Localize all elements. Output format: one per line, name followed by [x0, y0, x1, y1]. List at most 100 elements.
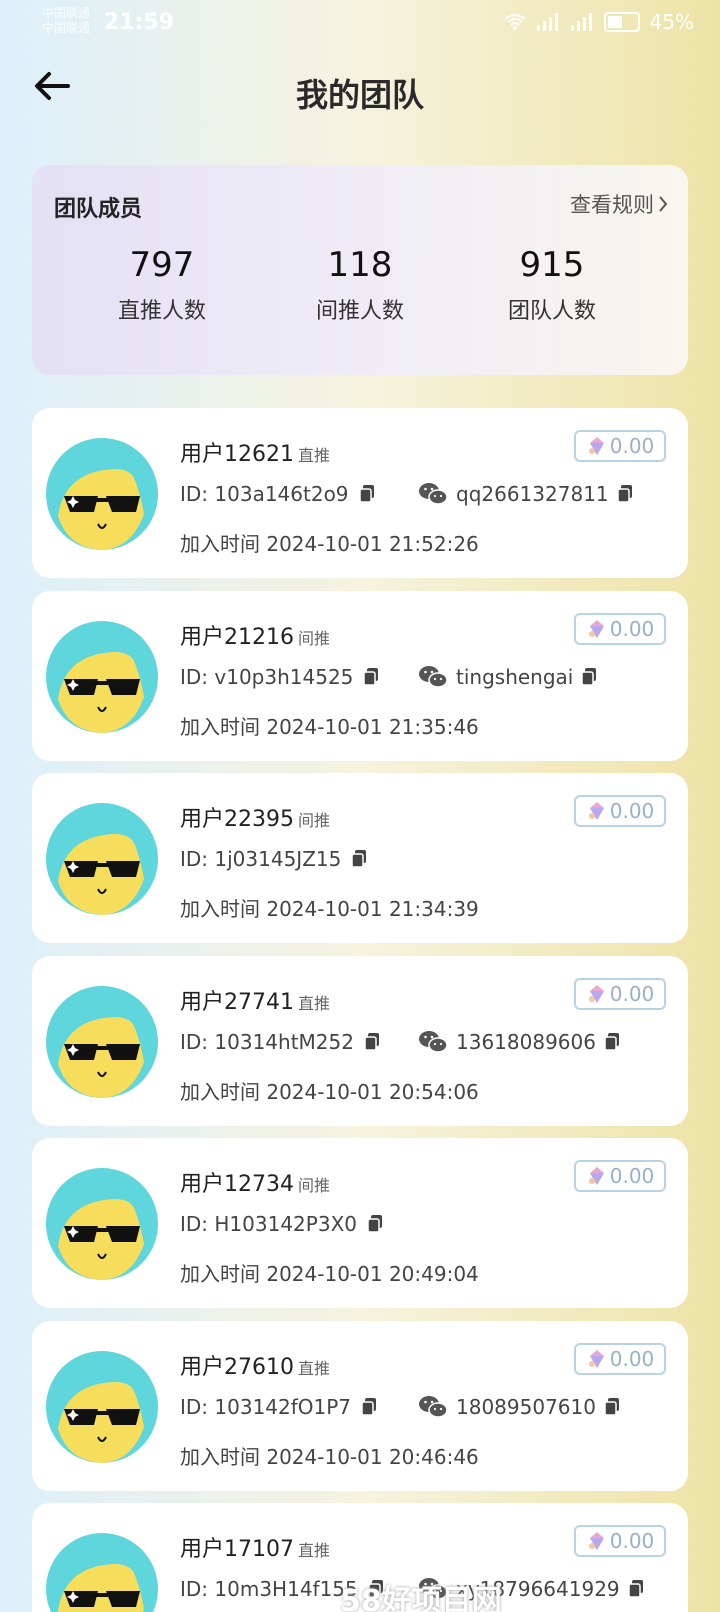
member-name: 用户21216: [180, 625, 294, 650]
member-wechat-row: tingshengai: [418, 665, 597, 689]
wechat-icon: [419, 1396, 448, 1418]
stat-label: 间推人数: [315, 299, 404, 324]
member-id-row: ID: 103142fO1P7: [180, 1395, 377, 1419]
stat-team: 915 团队人数: [452, 245, 652, 325]
status-icons: 45%: [503, 10, 694, 34]
member-id: ID: 10314htM252: [180, 1030, 354, 1054]
avatar: [46, 986, 158, 1098]
member-type: 直推: [298, 446, 331, 465]
member-id-row: ID: 1j03145JZ15: [180, 847, 367, 871]
copy-icon[interactable]: [358, 485, 375, 503]
member-id: ID: 10m3H14f155: [180, 1577, 358, 1601]
battery-icon: [603, 12, 640, 32]
member-id: ID: v10p3h14525: [180, 665, 354, 689]
wechat-icon: [419, 483, 448, 505]
view-rules-link[interactable]: 查看规则: [570, 189, 668, 219]
stat-label: 直推人数: [117, 299, 206, 324]
member-type: 间推: [298, 629, 331, 648]
member-card[interactable]: 用户21216 间推 0.00 ID: v10p3h14525 tingshen…: [32, 591, 688, 761]
member-wechat-row: 13618089606: [418, 1030, 620, 1054]
copy-icon[interactable]: [604, 1033, 620, 1051]
copy-icon[interactable]: [367, 1215, 383, 1233]
member-id: ID: 103142fO1P7: [180, 1395, 352, 1419]
gem-icon: [588, 1532, 604, 1550]
member-card[interactable]: 用户22395 间推 0.00 ID: 1j03145JZ15 加入时间 202…: [32, 773, 688, 943]
stat-value: 118: [327, 245, 393, 285]
balance-badge: 0.00: [574, 430, 666, 462]
member-id: ID: H103142P3X0: [180, 1212, 357, 1236]
gem-icon: [588, 1350, 604, 1368]
member-name: 用户27610: [180, 1355, 294, 1380]
member-id-row: ID: 10314htM252: [180, 1030, 380, 1054]
gem-icon: [588, 620, 604, 638]
member-id-row: ID: 103a146t2o9: [180, 482, 375, 506]
member-name: 用户17107: [180, 1537, 294, 1562]
member-id: ID: 103a146t2o9: [180, 482, 349, 506]
balance-badge: 0.00: [574, 1343, 666, 1375]
copy-icon[interactable]: [581, 668, 597, 686]
carrier-line-2: 中国联通: [42, 21, 91, 35]
stat-label: 团队人数: [507, 299, 596, 324]
member-name-row: 用户27610 直推: [180, 1349, 330, 1381]
summary-title: 团队成员: [54, 197, 143, 222]
watermark: 58好项目网www.58hxm.com: [340, 1584, 502, 1612]
balance-badge: 0.00: [574, 613, 666, 645]
member-name-row: 用户22395 间推: [180, 801, 330, 833]
member-join-time: 加入时间 2024-10-01 20:54:06: [180, 1080, 479, 1104]
member-name: 用户22395: [180, 807, 294, 832]
stat-value: 915: [519, 245, 585, 285]
copy-icon[interactable]: [363, 668, 379, 686]
team-summary-card: 团队成员 查看规则 797 直推人数 118 间推人数 915 团队人数: [32, 165, 688, 375]
page-title: 我的团队: [295, 76, 424, 114]
member-name-row: 用户12621 直推: [180, 436, 330, 468]
member-card[interactable]: 用户27610 直推 0.00 ID: 103142fO1P7 18089507…: [32, 1321, 688, 1491]
copy-icon[interactable]: [604, 1398, 620, 1416]
gem-icon: [588, 985, 604, 1003]
member-join-time: 加入时间 2024-10-01 20:49:04: [180, 1262, 479, 1286]
stat-indirect: 118 间推人数: [260, 245, 460, 325]
member-join-time: 加入时间 2024-10-01 20:46:46: [180, 1445, 479, 1469]
member-wechat-row: qq2661327811: [418, 482, 633, 506]
avatar: [46, 803, 158, 915]
member-name-row: 用户12734 间推: [180, 1166, 330, 1198]
status-bar: 中国联通 中国联通 21:59 45%: [0, 0, 720, 44]
balance-badge: 0.00: [574, 1160, 666, 1192]
member-join-time: 加入时间 2024-10-01 21:52:26: [180, 532, 479, 556]
balance-value: 0.00: [609, 799, 655, 823]
copy-icon[interactable]: [361, 1398, 377, 1416]
avatar: [46, 438, 158, 550]
member-name: 用户12621: [180, 442, 294, 467]
member-name-row: 用户17107 直推: [180, 1531, 330, 1563]
member-name: 用户12734: [180, 1172, 294, 1197]
avatar: [46, 1351, 158, 1463]
copy-icon[interactable]: [364, 1033, 380, 1051]
member-type: 直推: [298, 1541, 331, 1560]
balance-value: 0.00: [609, 434, 655, 458]
member-id: ID: 1j03145JZ15: [180, 847, 342, 871]
copy-icon[interactable]: [351, 850, 367, 868]
stat-value: 797: [129, 245, 195, 285]
member-name: 用户27741: [180, 990, 294, 1015]
carrier-line-1: 中国联通: [42, 6, 91, 20]
member-wechat: 13618089606: [456, 1030, 596, 1054]
gem-icon: [588, 802, 604, 820]
member-card[interactable]: 用户12734 间推 0.00 ID: H103142P3X0 加入时间 202…: [32, 1138, 688, 1308]
member-type: 直推: [298, 1359, 331, 1378]
member-card[interactable]: 用户27741 直推 0.00 ID: 10314htM252 13618089…: [32, 956, 688, 1126]
carrier-label: 中国联通 中国联通: [42, 6, 90, 36]
member-name-row: 用户21216 间推: [180, 619, 330, 651]
member-id-row: ID: v10p3h14525: [180, 665, 379, 689]
member-wechat-row: 18089507610: [418, 1395, 620, 1419]
gem-icon: [588, 437, 604, 455]
avatar: [46, 1168, 158, 1280]
member-type: 直推: [298, 994, 331, 1013]
member-join-time: 加入时间 2024-10-01 21:34:39: [180, 897, 479, 921]
copy-icon[interactable]: [616, 485, 633, 503]
gem-icon: [588, 1167, 604, 1185]
member-card[interactable]: 用户12621 直推 0.00 ID: 103a146t2o9 qq266132…: [32, 408, 688, 578]
member-wechat: tingshengai: [456, 665, 574, 689]
view-rules-label: 查看规则: [570, 193, 654, 217]
balance-badge: 0.00: [574, 795, 666, 827]
wifi-icon: [503, 14, 526, 30]
member-id-row: ID: H103142P3X0: [180, 1212, 383, 1236]
